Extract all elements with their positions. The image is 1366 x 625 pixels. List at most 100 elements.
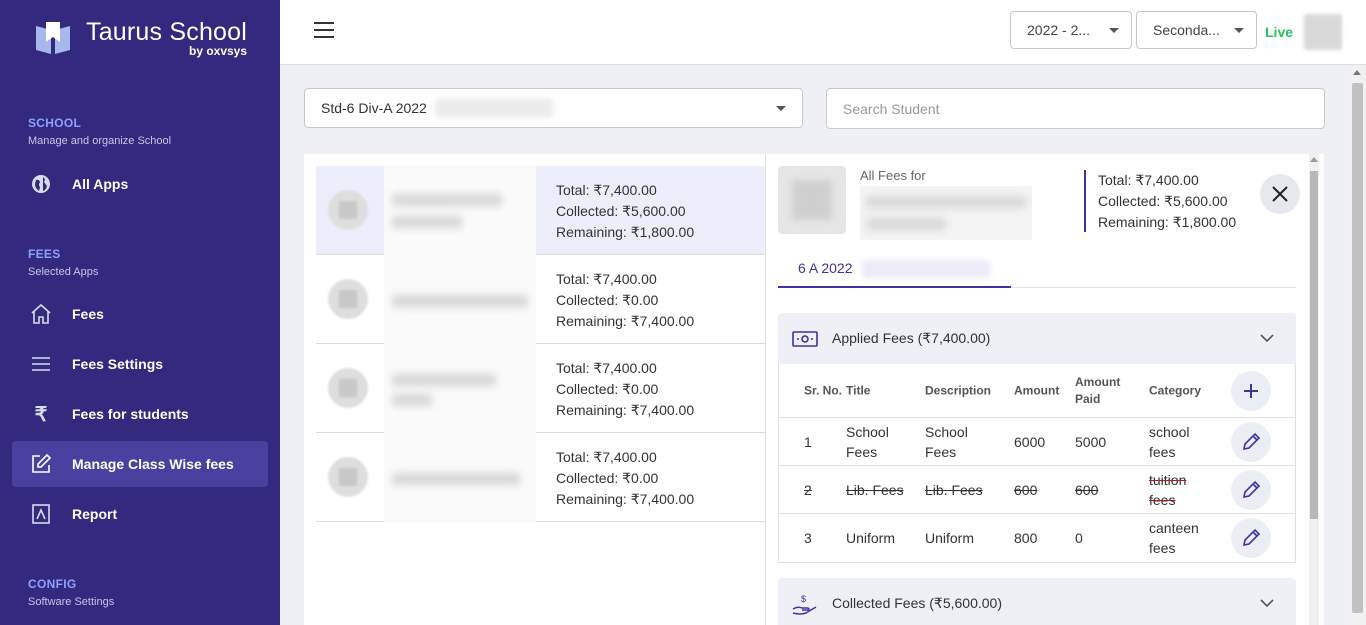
avatar [328,368,368,408]
table-row: 1 School Fees School Fees 6000 5000 scho… [779,418,1295,466]
menu-lines-icon [30,353,52,375]
rupee-icon: ₹ [34,403,48,426]
hand-money-icon: $ [792,594,818,615]
collected-fees-accordion[interactable]: $ Collected Fees (₹5,600.00) [778,578,1296,625]
column-header-description: Description [925,383,992,397]
sidebar-item-fees-settings[interactable]: Fees Settings [12,341,268,387]
tab-class-year[interactable]: 6 A 2022 [778,250,1011,288]
list-item[interactable]: Total: ₹7,400.00 Collected: ₹0.00 Remain… [316,433,766,522]
sidebar-item-manage-class-wise-fees[interactable]: Manage Class Wise fees [12,441,268,487]
section-subtitle-school: Manage and organize School [28,135,172,147]
sidebar-item-label: All Apps [72,176,129,192]
class-select-value: Std-6 Div-A 2022 [321,100,427,116]
cell-description: School Fees [925,423,968,460]
column-header-title: Title [846,383,871,397]
column-header-srno: Sr. No. [803,383,842,397]
list-item[interactable]: Total: ₹7,400.00 Collected: ₹0.00 Remain… [316,255,766,344]
sidebar-item-label: Manage Class Wise fees [72,456,234,472]
caret-down-icon [1234,28,1244,33]
cell-title: Lib. Fees [846,481,904,498]
page-scrollbar[interactable] [1349,65,1366,625]
close-button[interactable] [1260,174,1300,214]
edit-fee-button[interactable] [1231,518,1271,558]
caret-down-icon [1109,28,1119,33]
student-collected: Collected: ₹0.00 [556,292,659,308]
section-subtitle-config: Software Settings [28,596,115,608]
student-remaining: Remaining: ₹7,400.00 [556,491,695,507]
sidebar-item-fees-for-students[interactable]: ₹ Fees for students [12,391,268,437]
chevron-down-icon [1260,599,1274,608]
section-title-fees: FEES [28,247,61,261]
collected-fees-title: Collected Fees (₹5,600.00) [832,595,1002,611]
user-avatar[interactable] [1304,14,1342,50]
detail-header-label: All Fees for [860,168,926,183]
cell-amount-paid: 5000 [1075,433,1107,450]
student-remaining: Remaining: ₹7,400.00 [556,402,695,418]
applied-fees-title: Applied Fees (₹7,400.00) [832,330,991,346]
cell-srno: 1 [804,433,812,450]
edit-icon [30,453,52,475]
student-total: Total: ₹7,400.00 [556,449,657,465]
student-fee-detail: All Fees for Total: ₹7,400.00 Collected:… [778,154,1300,625]
student-total: Total: ₹7,400.00 [556,360,657,376]
redacted-student-name [384,433,536,522]
applied-fees-accordion[interactable]: Applied Fees (₹7,400.00) [778,313,1296,364]
sidebar-item-report[interactable]: Report [12,491,268,537]
scroll-up-arrow-icon[interactable] [1353,70,1361,75]
avatar [328,279,368,319]
student-collected: Collected: ₹5,600.00 [556,203,686,219]
academic-year-select[interactable]: 2022 - 2... [1010,11,1132,49]
student-list: Total: ₹7,400.00 Collected: ₹5,600.00 Re… [316,166,766,522]
scroll-up-arrow-icon[interactable] [1310,157,1318,162]
pencil-icon [1242,480,1261,499]
section-title-config: CONFIG [28,577,77,591]
student-remaining: Remaining: ₹7,400.00 [556,313,695,329]
sidebar-item-all-apps[interactable]: All Apps [12,161,268,207]
student-collected: Collected: ₹0.00 [556,470,659,486]
redacted-student-name [860,186,1032,240]
list-item[interactable]: Total: ₹7,400.00 Collected: ₹5,600.00 Re… [316,166,766,255]
detail-remaining: Remaining: ₹1,800.00 [1098,214,1237,230]
cell-amount-paid: 0 [1075,530,1083,546]
sidebar-item-fees[interactable]: Fees [12,291,268,337]
avatar [328,457,368,497]
table-row: 2 Lib. Fees Lib. Fees 600 600 tuition fe… [779,466,1295,514]
sidebar-item-label: Fees [72,306,104,322]
live-status: Live [1265,24,1294,40]
scrollbar-thumb[interactable] [1352,83,1363,613]
plus-icon [1244,384,1258,398]
class-select[interactable]: Std-6 Div-A 2022 [304,88,803,128]
scrollbar-thumb[interactable] [1310,171,1318,519]
cell-amount: 600 [1014,481,1038,498]
cell-amount: 800 [1014,530,1038,546]
section-subtitle-fees: Selected Apps [28,266,99,278]
redacted-text [434,98,553,118]
cell-amount-paid: 600 [1075,481,1099,498]
school-level-select[interactable]: Seconda... [1136,11,1257,49]
money-icon [792,329,818,349]
cell-title: Uniform [846,530,896,546]
cell-srno: 2 [804,481,812,498]
table-row: 3 Uniform Uniform 800 0 canteen fees [779,514,1295,562]
student-photo [778,166,846,234]
hamburger-menu-icon[interactable] [314,22,334,40]
redacted-student-name [384,344,536,433]
panel-divider [765,154,766,625]
school-level-value: Seconda... [1153,22,1220,38]
sidebar-item-label: Fees for students [72,406,189,422]
detail-scrollbar[interactable] [1309,154,1319,625]
cell-category: canteen fees [1149,520,1199,556]
column-header-amount: Amount [1014,383,1060,397]
edit-fee-button[interactable] [1231,470,1271,510]
search-student-input[interactable] [826,88,1325,129]
edit-fee-button[interactable] [1231,422,1271,462]
list-item[interactable]: Total: ₹7,400.00 Collected: ₹0.00 Remain… [316,344,766,433]
applied-fees-table: Sr. No. Title Description Amount Amount … [778,364,1296,563]
report-icon [30,503,52,525]
column-header-amount-paid: Amount Paid [1075,374,1121,406]
caret-down-icon [776,106,786,111]
redacted-text [862,260,991,279]
add-fee-button[interactable] [1231,371,1271,411]
tab-label: 6 A 2022 [798,260,853,276]
cell-category: school fees [1149,423,1190,460]
